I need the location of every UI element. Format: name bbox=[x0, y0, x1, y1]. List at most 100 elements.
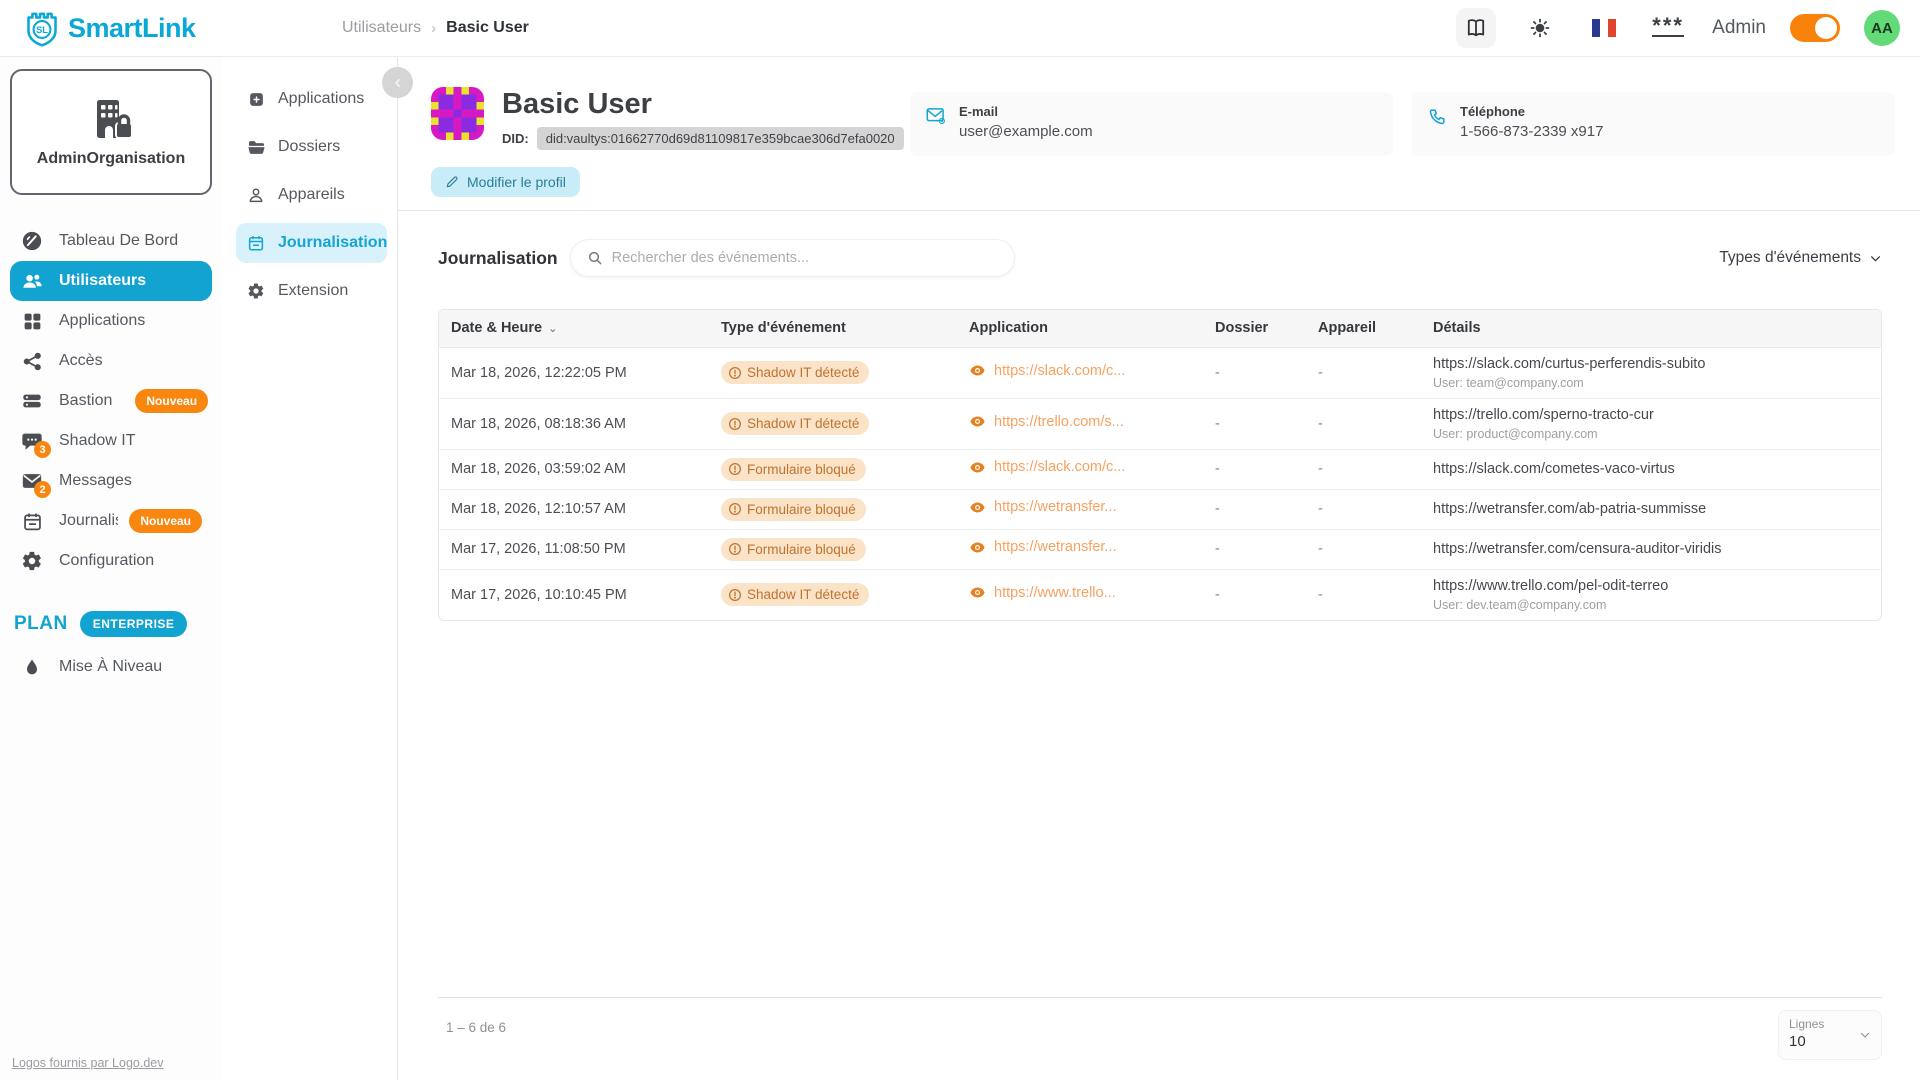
table-row[interactable]: Mar 18, 2026, 12:22:05 PM Shadow IT déte… bbox=[439, 347, 1881, 398]
sidebar-item-bastion[interactable]: Bastion Nouveau bbox=[10, 381, 212, 421]
sidebar-item-label: Messages bbox=[59, 472, 132, 490]
user-avatar[interactable]: AA bbox=[1864, 10, 1900, 46]
event-type-badge: Shadow IT détecté bbox=[721, 361, 869, 384]
application-link[interactable]: https://wetransfer... bbox=[969, 499, 1117, 516]
table-row[interactable]: Mar 18, 2026, 08:18:36 AM Shadow IT déte… bbox=[439, 398, 1881, 449]
sidebar-item-shadow-it[interactable]: 3 Shadow IT bbox=[10, 421, 212, 461]
language-flag-icon[interactable] bbox=[1584, 8, 1624, 48]
secondary-subnav: Applications Dossiers Appareils Journali… bbox=[222, 57, 398, 1080]
event-detail-url: https://trello.com/sperno-tracto-cur bbox=[1433, 407, 1869, 423]
table-row[interactable]: Mar 18, 2026, 03:59:02 AM Formulaire blo… bbox=[439, 449, 1881, 489]
email-value: user@example.com bbox=[959, 123, 1093, 140]
event-date: Mar 18, 2026, 08:18:36 AM bbox=[451, 416, 626, 432]
sidebar-item-mise-a-niveau[interactable]: Mise À Niveau bbox=[10, 647, 212, 687]
event-type-badge: Shadow IT détecté bbox=[721, 583, 869, 606]
gear-icon bbox=[20, 549, 44, 573]
subnav-item-appareils[interactable]: Appareils bbox=[236, 175, 387, 215]
breadcrumb-separator: › bbox=[431, 20, 436, 37]
pagination-range: 1 – 6 de 6 bbox=[446, 1020, 506, 1035]
table-header-row: Date & Heure⌄ Type d'événement Applicati… bbox=[439, 310, 1881, 347]
logo-provider-link[interactable]: Logos fournis par Logo.dev bbox=[12, 1056, 164, 1070]
subnav-item-extension[interactable]: Extension bbox=[236, 271, 387, 311]
sidebar-item-label: Accès bbox=[59, 352, 103, 370]
table-row[interactable]: Mar 18, 2026, 12:10:57 AM Formulaire blo… bbox=[439, 489, 1881, 529]
alert-circle-icon bbox=[728, 502, 742, 516]
subnav-item-label: Appareils bbox=[278, 186, 345, 204]
subnav-item-label: Dossiers bbox=[278, 138, 340, 156]
subnav-item-journalisation[interactable]: Journalisation bbox=[236, 223, 387, 263]
plan-enterprise-badge[interactable]: ENTERPRISE bbox=[80, 611, 188, 637]
table-row[interactable]: Mar 17, 2026, 10:10:45 PM Shadow IT déte… bbox=[439, 569, 1881, 620]
brand-logo[interactable]: SL SmartLink bbox=[24, 8, 236, 48]
column-date-heure[interactable]: Date & Heure⌄ bbox=[439, 310, 709, 347]
application-link[interactable]: https://wetransfer... bbox=[969, 539, 1117, 556]
sidebar-item-tableau-de-bord[interactable]: Tableau De Bord bbox=[10, 221, 212, 261]
sort-chevron-icon: ⌄ bbox=[548, 323, 557, 335]
application-link[interactable]: https://www.trello... bbox=[969, 584, 1116, 601]
dashboard-icon bbox=[20, 229, 44, 253]
sidebar-item-utilisateurs[interactable]: Utilisateurs bbox=[10, 261, 212, 301]
rows-label: Lignes bbox=[1789, 1017, 1824, 1031]
sidebar-item-applications[interactable]: Applications bbox=[10, 301, 212, 341]
droplet-icon bbox=[20, 655, 44, 679]
sidebar-item-label: Tableau De Bord bbox=[59, 232, 178, 250]
edit-profile-button[interactable]: Modifier le profil bbox=[431, 167, 580, 197]
search-input[interactable] bbox=[612, 250, 998, 266]
appareil-value: - bbox=[1318, 365, 1323, 381]
messages-count-badge: 2 bbox=[34, 481, 51, 498]
eye-icon bbox=[969, 499, 986, 516]
main-content: Basic User DID: did:vaultys:01662770d69d… bbox=[398, 57, 1920, 1080]
chat-bubble-icon: 3 bbox=[20, 429, 44, 453]
event-detail-url: https://www.trello.com/pel-odit-terreo bbox=[1433, 578, 1869, 594]
rows-per-page-select[interactable]: Lignes 10 bbox=[1778, 1010, 1882, 1060]
organisation-card[interactable]: AdminOrganisation bbox=[10, 69, 212, 195]
sidebar-item-journalisation[interactable]: Journalisation Nouveau bbox=[10, 501, 212, 541]
sidebar-item-messages[interactable]: 2 Messages bbox=[10, 461, 212, 501]
appareil-value: - bbox=[1318, 587, 1323, 603]
shield-logo-icon: SL bbox=[24, 8, 60, 48]
shadow-it-count-badge: 3 bbox=[34, 441, 51, 458]
subnav-item-applications[interactable]: Applications bbox=[236, 79, 387, 119]
phone-value: 1-566-873-2339 x917 bbox=[1460, 123, 1603, 140]
sidebar-item-label: Configuration bbox=[59, 552, 154, 570]
phone-card: Téléphone 1-566-873-2339 x917 bbox=[1412, 92, 1895, 156]
chevron-down-icon bbox=[1859, 1029, 1871, 1041]
calendar-icon bbox=[20, 509, 44, 533]
application-link[interactable]: https://slack.com/c... bbox=[969, 362, 1125, 379]
plan-row: PLAN ENTERPRISE bbox=[14, 611, 212, 637]
collapse-panel-button[interactable] bbox=[382, 67, 413, 98]
docs-book-icon[interactable] bbox=[1456, 8, 1496, 48]
application-link[interactable]: https://trello.com/s... bbox=[969, 413, 1124, 430]
breadcrumb-parent[interactable]: Utilisateurs bbox=[342, 19, 421, 37]
subnav-item-dossiers[interactable]: Dossiers bbox=[236, 127, 387, 167]
column-application: Application bbox=[957, 310, 1203, 347]
sidebar-item-acces[interactable]: Accès bbox=[10, 341, 212, 381]
application-link[interactable]: https://slack.com/c... bbox=[969, 459, 1125, 476]
password-dots-icon[interactable]: *** bbox=[1648, 8, 1688, 48]
events-search bbox=[570, 239, 1015, 277]
dossier-value: - bbox=[1215, 541, 1220, 557]
dossier-value: - bbox=[1215, 587, 1220, 603]
email-envelope-icon bbox=[926, 107, 946, 125]
alert-circle-icon bbox=[728, 366, 742, 380]
brand-name: SmartLink bbox=[68, 13, 196, 44]
did-value[interactable]: did:vaultys:01662770d69d81109817e359bcae… bbox=[537, 127, 904, 150]
table-row[interactable]: Mar 17, 2026, 11:08:50 PM Formulaire blo… bbox=[439, 529, 1881, 569]
event-type-badge: Formulaire bloqué bbox=[721, 458, 866, 481]
mail-icon: 2 bbox=[20, 469, 44, 493]
subnav-item-label: Extension bbox=[278, 282, 348, 300]
admin-mode-toggle[interactable] bbox=[1790, 14, 1840, 42]
pencil-icon bbox=[445, 175, 459, 189]
appareil-value: - bbox=[1318, 416, 1323, 432]
column-dossier: Dossier bbox=[1203, 310, 1306, 347]
column-type-evenement: Type d'événement bbox=[709, 310, 957, 347]
toggle-knob bbox=[1815, 17, 1837, 39]
email-label: E-mail bbox=[959, 104, 1093, 119]
theme-sun-icon[interactable] bbox=[1520, 8, 1560, 48]
eye-icon bbox=[969, 413, 986, 430]
breadcrumb: Utilisateurs › Basic User bbox=[342, 19, 529, 37]
event-types-filter[interactable]: Types d'événements bbox=[1719, 249, 1882, 267]
event-detail-url: https://slack.com/cometes-vaco-virtus bbox=[1433, 461, 1869, 477]
sidebar-item-configuration[interactable]: Configuration bbox=[10, 541, 212, 581]
sidebar-item-label: Shadow IT bbox=[59, 432, 135, 450]
